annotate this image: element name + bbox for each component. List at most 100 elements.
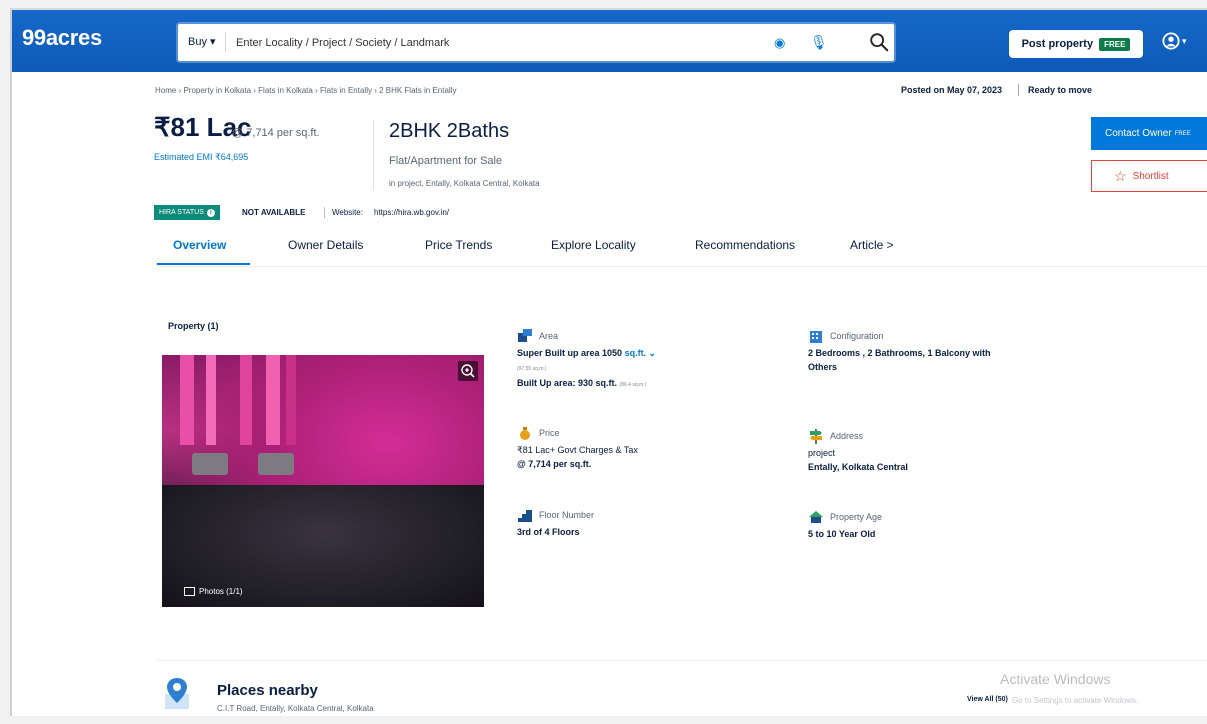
feature-label: Floor Number [539, 510, 595, 520]
divider [324, 207, 325, 218]
building-icon [810, 331, 822, 343]
zoom-in-icon[interactable] [458, 361, 478, 381]
locate-me-icon[interactable]: ◉ [774, 35, 785, 51]
feature-value: project Entally, Kolkata Central [808, 446, 908, 474]
address-line-1: project [808, 448, 836, 458]
contact-owner-label: Contact Owner [1105, 128, 1172, 139]
feature-address: Address project Entally, Kolkata Central [808, 428, 1068, 478]
feature-label: Price [539, 428, 560, 438]
feature-label: Address [830, 431, 864, 441]
feature-label: Area [539, 331, 559, 341]
possession-status: Ready to move [1028, 85, 1093, 95]
site-logo[interactable]: 99acres [22, 25, 102, 51]
divider [1018, 84, 1019, 96]
money-bag-icon [520, 427, 530, 440]
places-nearby-title: Places nearby [217, 682, 318, 699]
photo-detail [192, 453, 228, 475]
builtup-area: Built Up area: 930 sq.ft. [517, 378, 618, 388]
feature-floor: Floor Number 3rd of 4 Floors [517, 507, 777, 547]
estimated-emi-link[interactable]: Estimated EMI ₹64,695 [154, 152, 248, 163]
feature-value: Super Built up area 1050 sq.ft. ⌄ (97.55… [517, 346, 656, 392]
feature-value: ₹81 Lac+ Govt Charges & Tax @ 7,714 per … [517, 443, 638, 471]
property-count-label: Property (1) [168, 321, 219, 331]
rera-status-badge[interactable]: HIRA STATUS i [154, 205, 220, 220]
price-per-sqft: @ 7,714 per sq.ft. [232, 127, 320, 139]
photo-detail [266, 355, 280, 445]
feature-configuration: Configuration 2 Bedrooms , 2 Bathrooms, … [808, 328, 1138, 388]
user-account-icon[interactable] [1162, 32, 1180, 55]
rera-status-value: NOT AVAILABLE [242, 208, 306, 217]
microphone-icon[interactable]: 🎙 [810, 34, 828, 51]
price-line-1: ₹81 Lac+ Govt Charges & Tax [517, 445, 638, 455]
super-area-sqm: (97.55 sq.m.) [517, 366, 547, 372]
posted-date: Posted on May 07, 2023 [901, 85, 1003, 95]
address-line-2: Entally, Kolkata Central [808, 462, 908, 472]
feature-value: 5 to 10 Year Old [808, 529, 876, 539]
tab-recommendations[interactable]: Recommendations [695, 238, 795, 252]
app-window: 99acres Buy ▾ ◉ 🎙 Post property FREE ▾ H… [10, 8, 1207, 716]
contact-owner-button[interactable]: Contact Owner FREE [1091, 117, 1207, 150]
feature-price: Price ₹81 Lac+ Govt Charges & Tax @ 7,71… [517, 425, 777, 475]
feature-area: Area Super Built up area 1050 sq.ft. ⌄ (… [517, 328, 777, 398]
post-property-button[interactable]: Post property FREE [1009, 30, 1143, 58]
buy-dropdown[interactable]: Buy ▾ [188, 35, 216, 48]
tab-owner-details[interactable]: Owner Details [288, 238, 363, 252]
activate-windows-subtext: Go to Settings to activate Windows. [1012, 696, 1139, 705]
photo-detail [180, 355, 194, 445]
feature-value: 2 Bedrooms , 2 Bathrooms, 1 Balcony with… [808, 346, 991, 374]
property-photo[interactable]: Photos (1/1) [162, 355, 484, 607]
configuration-line-2: Others [808, 362, 838, 372]
tab-price-trends[interactable]: Price Trends [425, 238, 492, 252]
tab-explore-locality[interactable]: Explore Locality [551, 238, 636, 252]
places-nearby-address: C.I.T Road, Entally, Kolkata Central, Ko… [217, 704, 374, 713]
divider [157, 660, 1207, 661]
activate-windows-watermark: Activate Windows [1000, 671, 1111, 687]
area-icon [518, 329, 532, 342]
divider [157, 266, 1207, 267]
photo-detail [240, 355, 252, 445]
shortlist-button[interactable]: ☆ Shortlist [1091, 160, 1207, 192]
photo-detail [286, 355, 296, 445]
photo-detail [206, 355, 216, 445]
free-badge: FREE [1174, 130, 1191, 137]
price-line-2: @ 7,714 per sq.ft. [517, 459, 592, 469]
feature-label: Configuration [830, 331, 884, 341]
shortlist-label: Shortlist [1132, 170, 1169, 182]
feature-value: 3rd of 4 Floors [517, 527, 580, 537]
active-tab-indicator [157, 263, 250, 265]
house-icon [809, 511, 823, 523]
photo-count-label: Photos (1/1) [199, 587, 243, 596]
unit-dropdown[interactable]: sq.ft. ⌄ [625, 348, 657, 358]
map-pin-icon [165, 678, 189, 709]
rera-badge-label: HIRA STATUS [159, 209, 204, 216]
search-icon[interactable] [868, 31, 890, 53]
search-input[interactable] [234, 32, 758, 54]
listing-title: 2BHK 2Baths [389, 120, 510, 142]
view-all-link[interactable]: View All (50) [967, 696, 1008, 703]
free-badge: FREE [1099, 37, 1131, 51]
post-property-label: Post property [1021, 38, 1094, 50]
star-icon: ☆ [1114, 167, 1127, 184]
top-header: 99acres Buy ▾ ◉ 🎙 Post property FREE ▾ [12, 10, 1207, 72]
listing-location: in project, Entally, Kolkata Central, Ko… [389, 179, 540, 188]
rera-website-link[interactable]: https://hira.wb.gov.in/ [374, 208, 449, 217]
tab-articles[interactable]: Article > [850, 238, 894, 252]
image-icon [184, 587, 195, 596]
super-builtup-area: Super Built up area 1050 [517, 348, 623, 358]
photo-count[interactable]: Photos (1/1) [184, 587, 243, 596]
feature-property-age: Property Age 5 to 10 Year Old [808, 509, 1068, 549]
search-divider [225, 32, 226, 52]
configuration-line-1: 2 Bedrooms , 2 Bathrooms, 1 Balcony with [808, 348, 991, 358]
search-bar: Buy ▾ ◉ 🎙 [178, 24, 894, 61]
breadcrumb[interactable]: Home › Property in Kolkata › Flats in Ko… [155, 86, 456, 95]
builtup-area-sqm: (86.4 sq.m.) [619, 382, 647, 388]
chevron-down-icon[interactable]: ▾ [1182, 36, 1187, 47]
tab-overview[interactable]: Overview [173, 238, 226, 252]
signpost-icon [810, 429, 822, 444]
photo-detail [258, 453, 294, 475]
divider [373, 120, 374, 190]
listing-type: Flat/Apartment for Sale [389, 155, 503, 167]
rera-website-label: Website: [332, 208, 363, 217]
info-icon[interactable]: i [206, 208, 215, 217]
stairs-icon [518, 510, 532, 522]
